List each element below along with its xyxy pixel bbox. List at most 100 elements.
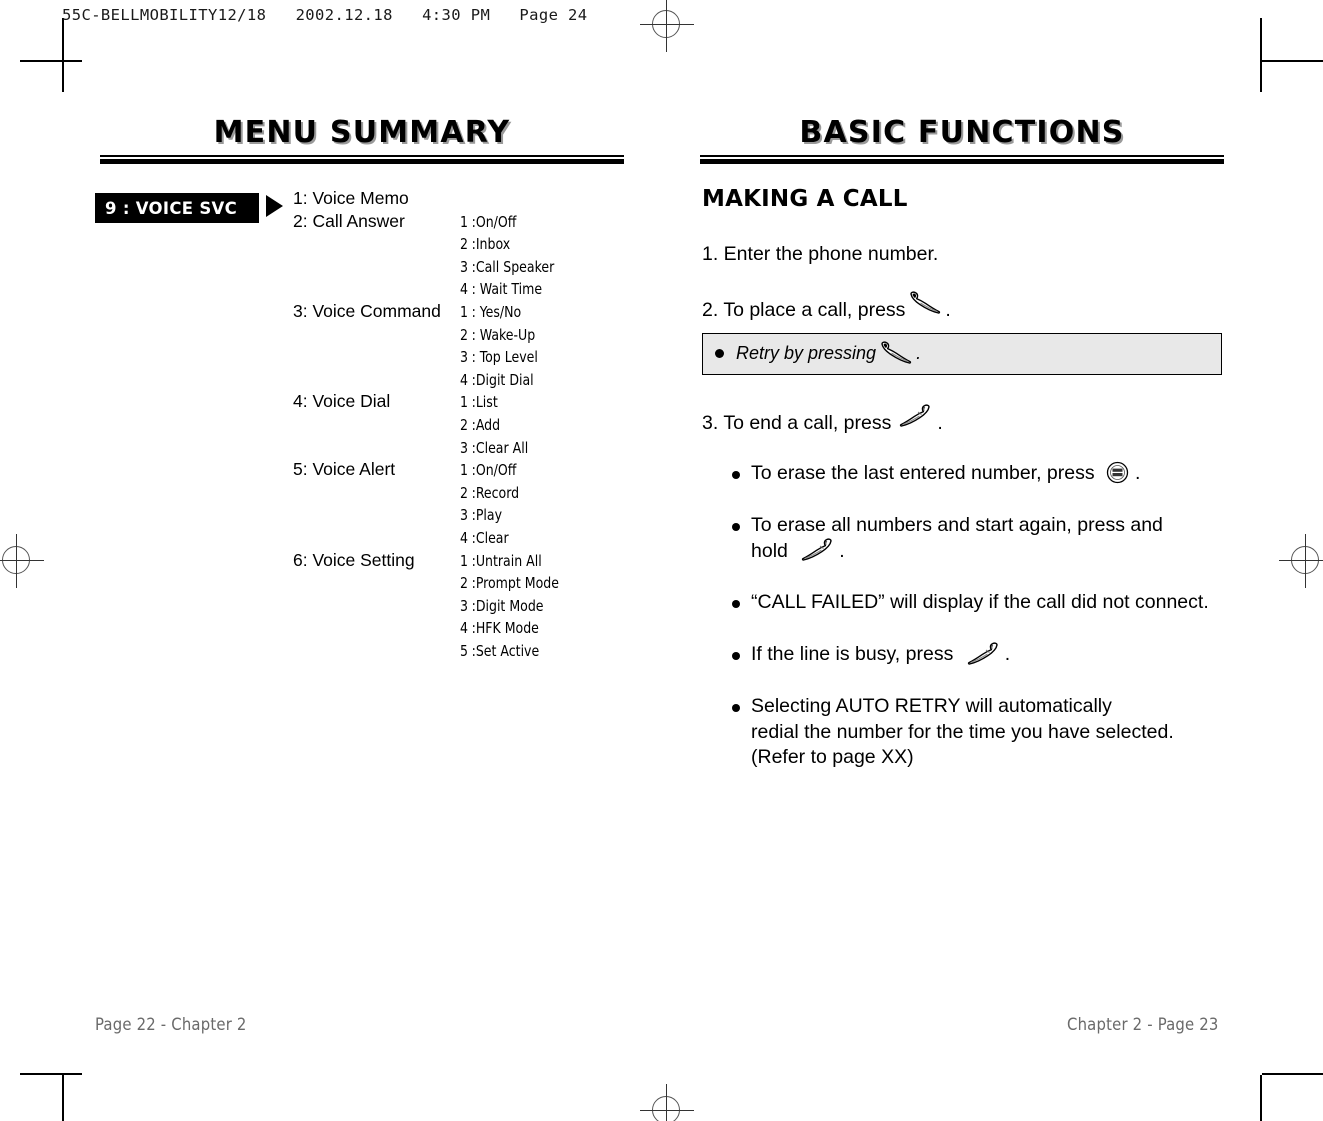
menu-subitem-label: :Record: [471, 483, 520, 502]
bullet-dot-icon: [732, 471, 740, 480]
menu-subitem-label: :On/Off: [471, 212, 517, 231]
step-2-text: 2. To place a call, press: [702, 299, 906, 322]
menu-subitem-number: 2: [460, 235, 468, 254]
step-3: 3. To end a call, press .: [702, 404, 1222, 435]
basic-functions-title: BASIC FUNCTIONS: [799, 115, 1125, 150]
menu-subitem[interactable]: 1:On/Off: [460, 461, 516, 479]
menu-subitem-label: :Play: [471, 506, 502, 525]
menu-subitem[interactable]: 1:Untrain All: [460, 552, 542, 570]
menu-row: 3:Play: [293, 504, 643, 527]
menu-row: 4: Wait Time: [293, 278, 643, 301]
title-rule-thick: [100, 159, 624, 164]
crop-mark-top-left-v: [62, 18, 64, 92]
menu-subitem[interactable]: 3: Top Level: [460, 348, 538, 366]
menu-row: 4:HFK Mode: [293, 617, 643, 640]
menu-subitem[interactable]: 3:Play: [460, 506, 502, 524]
menu-subitem[interactable]: 2:Record: [460, 484, 519, 502]
crop-mark-bottom-left-v: [62, 1075, 64, 1121]
menu-row: 4:Clear: [293, 527, 643, 550]
menu-subitem[interactable]: 2: Wake-Up: [460, 326, 535, 344]
menu-subitem[interactable]: 1:On/Off: [460, 213, 516, 231]
registration-mark-left: [0, 534, 44, 588]
basic-functions-body: MAKING A CALL 1. Enter the phone number.…: [702, 186, 1222, 797]
menu-subitem-label: : Yes/No: [471, 302, 522, 321]
menu-subitem[interactable]: 2:Add: [460, 416, 500, 434]
menu-subitem-number: 3: [460, 506, 468, 525]
step-2: 2. To place a call, press .: [702, 291, 1222, 322]
step-3-period: .: [937, 411, 943, 434]
bullet-line: Selecting AUTO RETRY will automatically: [751, 694, 1222, 720]
menu-subitem[interactable]: 1: Yes/No: [460, 303, 521, 321]
menu-subitem[interactable]: 2:Prompt Mode: [460, 574, 559, 592]
menu-subitem-label: :Set Active: [471, 641, 540, 660]
triangle-right-icon: [266, 195, 283, 217]
callout-text: Retry by pressing: [736, 343, 877, 364]
registration-mark-right: [1279, 534, 1323, 588]
menu-subitem[interactable]: 4:Digit Dial: [460, 371, 534, 389]
menu-item-label[interactable]: 6: Voice Setting: [293, 550, 415, 571]
menu-subitem-label: :Prompt Mode: [471, 574, 559, 593]
menu-summary-header: MENU SUMMARY: [100, 118, 624, 164]
send-key-icon: [908, 291, 942, 315]
menu-item-label[interactable]: 1: Voice Memo: [293, 188, 409, 209]
registration-mark-vline: [666, 1084, 667, 1121]
crop-mark-bottom-right-h: [1262, 1073, 1323, 1075]
bullet-period: .: [1004, 643, 1011, 666]
menu-subitem-number: 3: [460, 257, 468, 276]
menu-subitem[interactable]: 3:Digit Mode: [460, 597, 544, 615]
menu-subitem-label: : Wake-Up: [471, 325, 536, 344]
menu-subitem-label: :Clear: [471, 528, 509, 547]
menu-item-label[interactable]: 4: Voice Dial: [293, 391, 390, 412]
menu-row: 6: Voice Setting 1:Untrain All: [293, 550, 643, 573]
page-canvas: 55C-BELLMOBILITY12/18 2002.12.18 4:30 PM…: [0, 0, 1323, 1121]
menu-row: 1: Voice Memo: [293, 188, 643, 211]
bullet-text: Selecting AUTO RETRY will automatically: [751, 694, 1112, 717]
menu-subitem[interactable]: 1:List: [460, 393, 498, 411]
menu-item-label[interactable]: 5: Voice Alert: [293, 459, 395, 480]
crop-mark-bottom-left-h: [20, 1073, 82, 1075]
menu-subitem-number: 3: [460, 438, 468, 457]
menu-row: 3: Voice Command 1: Yes/No: [293, 301, 643, 324]
menu-subitem[interactable]: 4:Clear: [460, 529, 509, 547]
basic-functions-bullets: To erase the last entered number, press …: [702, 461, 1222, 771]
bullet-text: “CALL FAILED” will display if the call d…: [751, 591, 1209, 614]
menu-subitem[interactable]: 4: Wait Time: [460, 280, 542, 298]
bullet-item: If the line is busy, press .: [732, 642, 1222, 668]
menu-subitem[interactable]: 5:Set Active: [460, 642, 539, 660]
menu-subitem-label: : Top Level: [471, 348, 538, 367]
menu-tag-voice-svc[interactable]: 9 : VOICE SVC: [95, 193, 259, 223]
menu-item-label[interactable]: 2: Call Answer: [293, 211, 405, 232]
menu-subitem-label: :HFK Mode: [471, 619, 539, 638]
callout-bullet-icon: [715, 349, 724, 359]
end-key-icon: [896, 404, 932, 428]
prepress-header-text: 55C-BELLMOBILITY12/18 2002.12.18 4:30 PM…: [62, 6, 588, 24]
menu-subitem[interactable]: 2:Inbox: [460, 235, 510, 253]
menu-subitem-number: 4: [460, 370, 468, 389]
bullet-dot-icon: [732, 600, 740, 609]
menu-row: 2:Add: [293, 414, 643, 437]
bullet-line: To erase the last entered number, press …: [751, 461, 1222, 487]
menu-item-label[interactable]: 3: Voice Command: [293, 301, 441, 322]
menu-row: 2:Record: [293, 482, 643, 505]
menu-summary-title: MENU SUMMARY: [213, 115, 511, 150]
menu-subitem-number: 1: [460, 302, 468, 321]
menu-row: 4:Digit Dial: [293, 369, 643, 392]
menu-subitem-number: 4: [460, 280, 468, 299]
menu-subitem-number: 4: [460, 528, 468, 547]
end-key-icon: [798, 538, 834, 562]
bullet-item: To erase the last entered number, press …: [732, 461, 1222, 487]
menu-row: 2: Wake-Up: [293, 324, 643, 347]
registration-mark-vline: [666, 0, 667, 52]
bullet-line: “CALL FAILED” will display if the call d…: [751, 590, 1222, 616]
menu-subitem[interactable]: 4:HFK Mode: [460, 619, 539, 637]
menu-subitem-number: 1: [460, 212, 468, 231]
bullet-line: If the line is busy, press .: [751, 642, 1222, 668]
footer-left: Page 22 - Chapter 2: [95, 1015, 247, 1034]
bullet-period: .: [839, 539, 845, 562]
title-rule-thick: [700, 159, 1224, 164]
menu-subitem[interactable]: 3:Clear All: [460, 439, 528, 457]
menu-subitem[interactable]: 3:Call Speaker: [460, 258, 554, 276]
menu-subitem-label: :Untrain All: [471, 551, 542, 570]
crop-mark-top-left-h: [20, 60, 82, 62]
bullet-line: To erase all numbers and start again, pr…: [751, 513, 1222, 539]
